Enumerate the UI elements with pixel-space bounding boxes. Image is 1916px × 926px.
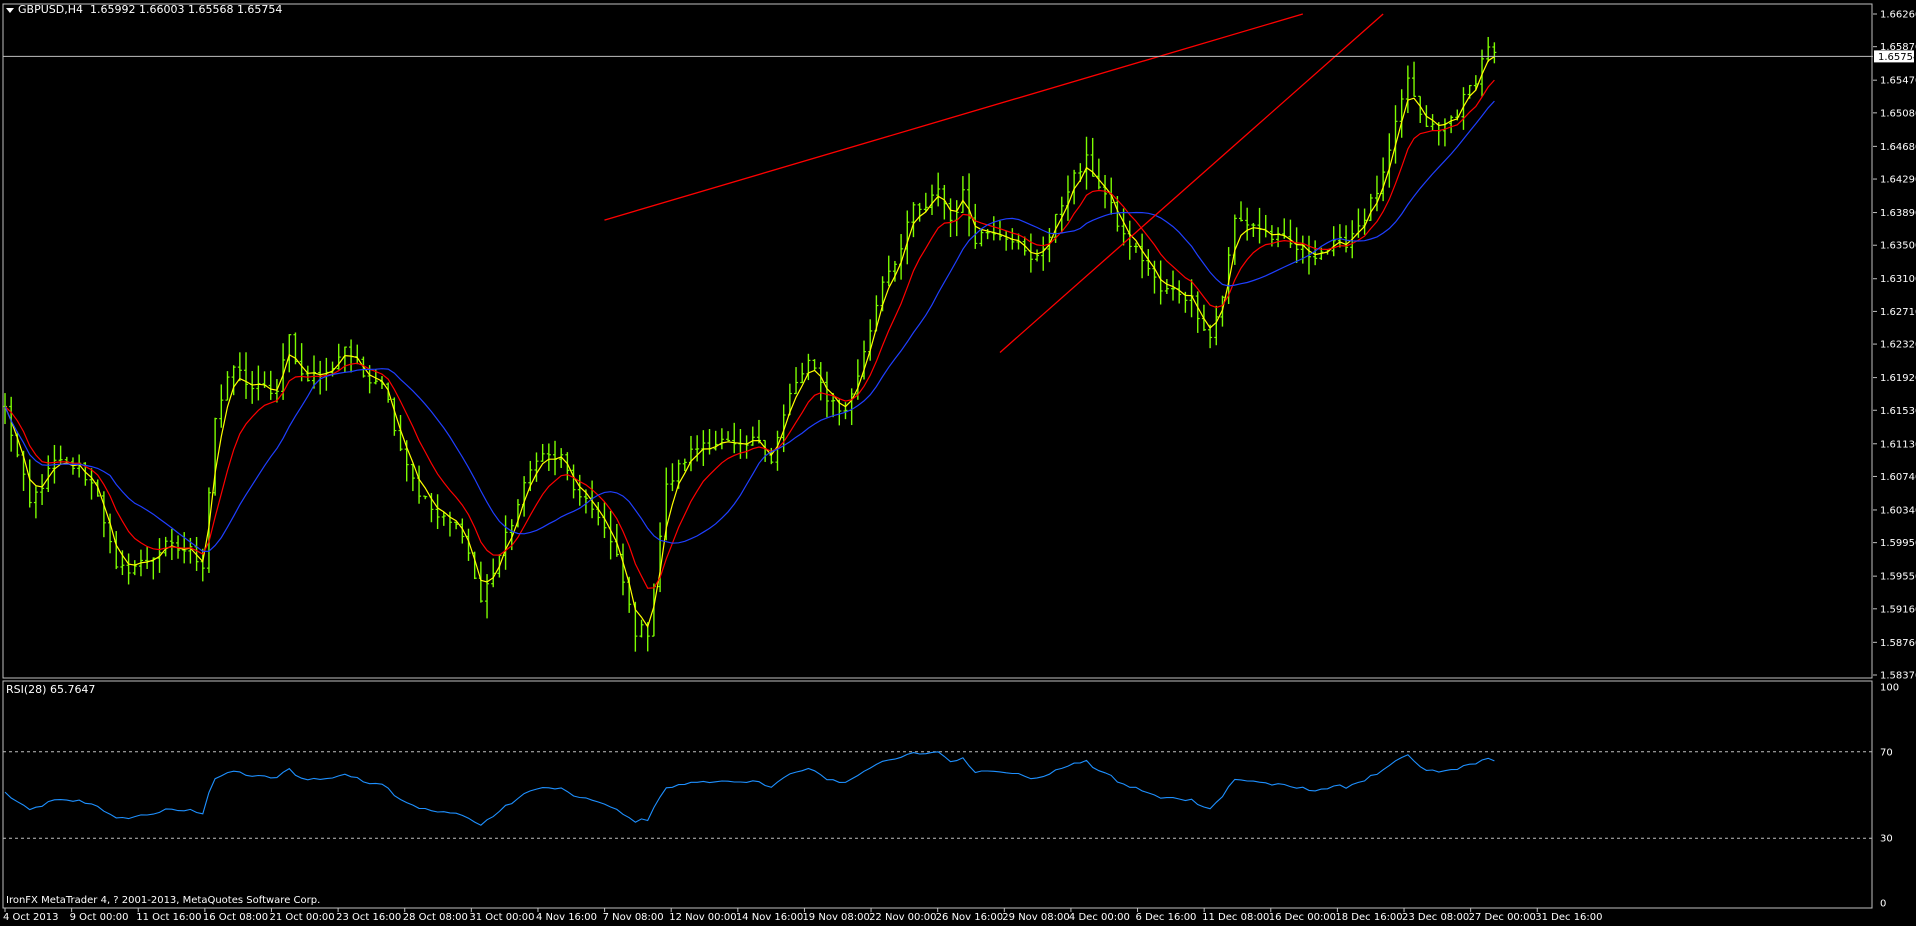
price-tick-label: 1.59550 xyxy=(1880,572,1916,583)
copyright-text: IronFX MetaTrader 4, ? 2001-2013, MetaQu… xyxy=(6,895,321,906)
price-axis: 1.662601.658701.654701.650801.646801.642… xyxy=(1873,10,1916,682)
time-tick-label: 9 Oct 00:00 xyxy=(70,912,129,923)
chart-header[interactable]: GBPUSD,H4 1.65992 1.66003 1.65568 1.6575… xyxy=(6,3,282,16)
price-tick-label: 1.66260 xyxy=(1880,10,1916,21)
price-tick-label: 1.63100 xyxy=(1880,274,1916,285)
symbol-label: GBPUSD,H4 xyxy=(18,3,83,16)
price-tick-label: 1.60340 xyxy=(1880,505,1916,516)
price-tick-label: 1.64290 xyxy=(1880,175,1916,186)
time-tick-label: 4 Nov 16:00 xyxy=(536,912,597,923)
time-tick-label: 14 Nov 16:00 xyxy=(736,912,803,923)
rsi-tick-label: 100 xyxy=(1880,683,1899,694)
time-tick-label: 11 Dec 08:00 xyxy=(1202,912,1269,923)
price-tick-label: 1.63500 xyxy=(1880,241,1916,252)
time-tick-label: 26 Nov 16:00 xyxy=(936,912,1003,923)
mt4-chart-canvas[interactable]: 1.662601.658701.654701.650801.646801.642… xyxy=(0,0,1916,926)
ohlc-values: 1.65992 1.66003 1.65568 1.65754 xyxy=(89,3,283,16)
price-tick-label: 1.61920 xyxy=(1880,373,1916,384)
price-tick-label: 1.64680 xyxy=(1880,142,1916,153)
price-tick-label: 1.60740 xyxy=(1880,472,1916,483)
price-tick-label: 1.59950 xyxy=(1880,538,1916,549)
time-tick-label: 19 Nov 08:00 xyxy=(802,912,869,923)
price-tick-label: 1.62710 xyxy=(1880,307,1916,318)
time-tick-label: 28 Oct 08:00 xyxy=(403,912,468,923)
price-tick-label: 1.65470 xyxy=(1880,76,1916,87)
price-tick-label: 1.61530 xyxy=(1880,406,1916,417)
time-tick-label: 18 Dec 16:00 xyxy=(1335,912,1402,923)
price-tick-label: 1.61130 xyxy=(1880,439,1916,450)
price-tick-label: 1.65080 xyxy=(1880,108,1916,119)
time-tick-label: 23 Oct 16:00 xyxy=(336,912,401,923)
time-tick-label: 27 Dec 00:00 xyxy=(1469,912,1536,923)
time-tick-label: 31 Oct 00:00 xyxy=(469,912,534,923)
time-tick-label: 22 Nov 00:00 xyxy=(869,912,936,923)
rsi-label: RSI(28) 65.7647 xyxy=(6,683,96,696)
price-tick-label: 1.58370 xyxy=(1880,671,1916,682)
time-tick-label: 23 Dec 08:00 xyxy=(1402,912,1469,923)
time-tick-label: 6 Dec 16:00 xyxy=(1136,912,1197,923)
time-tick-label: 29 Nov 08:00 xyxy=(1002,912,1069,923)
time-tick-label: 31 Dec 16:00 xyxy=(1535,912,1602,923)
price-tick-label: 1.59160 xyxy=(1880,604,1916,615)
rsi-tick-label: 30 xyxy=(1880,834,1893,845)
rsi-tick-label: 70 xyxy=(1880,747,1893,758)
current-price-tag-text: 1.65754 xyxy=(1878,52,1916,63)
price-tick-label: 1.58760 xyxy=(1880,638,1916,649)
price-tick-label: 1.62320 xyxy=(1880,340,1916,351)
price-tick-label: 1.63890 xyxy=(1880,208,1916,219)
time-tick-label: 21 Oct 00:00 xyxy=(269,912,334,923)
time-tick-label: 7 Nov 08:00 xyxy=(603,912,664,923)
time-tick-label: 16 Dec 00:00 xyxy=(1269,912,1336,923)
time-tick-label: 12 Nov 00:00 xyxy=(669,912,736,923)
chart-menu-triangle-icon[interactable] xyxy=(6,7,14,13)
rsi-tick-label: 0 xyxy=(1880,899,1886,910)
time-tick-label: 11 Oct 16:00 xyxy=(136,912,201,923)
time-tick-label: 4 Oct 2013 xyxy=(3,912,58,923)
time-tick-label: 4 Dec 00:00 xyxy=(1069,912,1130,923)
time-tick-label: 16 Oct 08:00 xyxy=(203,912,268,923)
